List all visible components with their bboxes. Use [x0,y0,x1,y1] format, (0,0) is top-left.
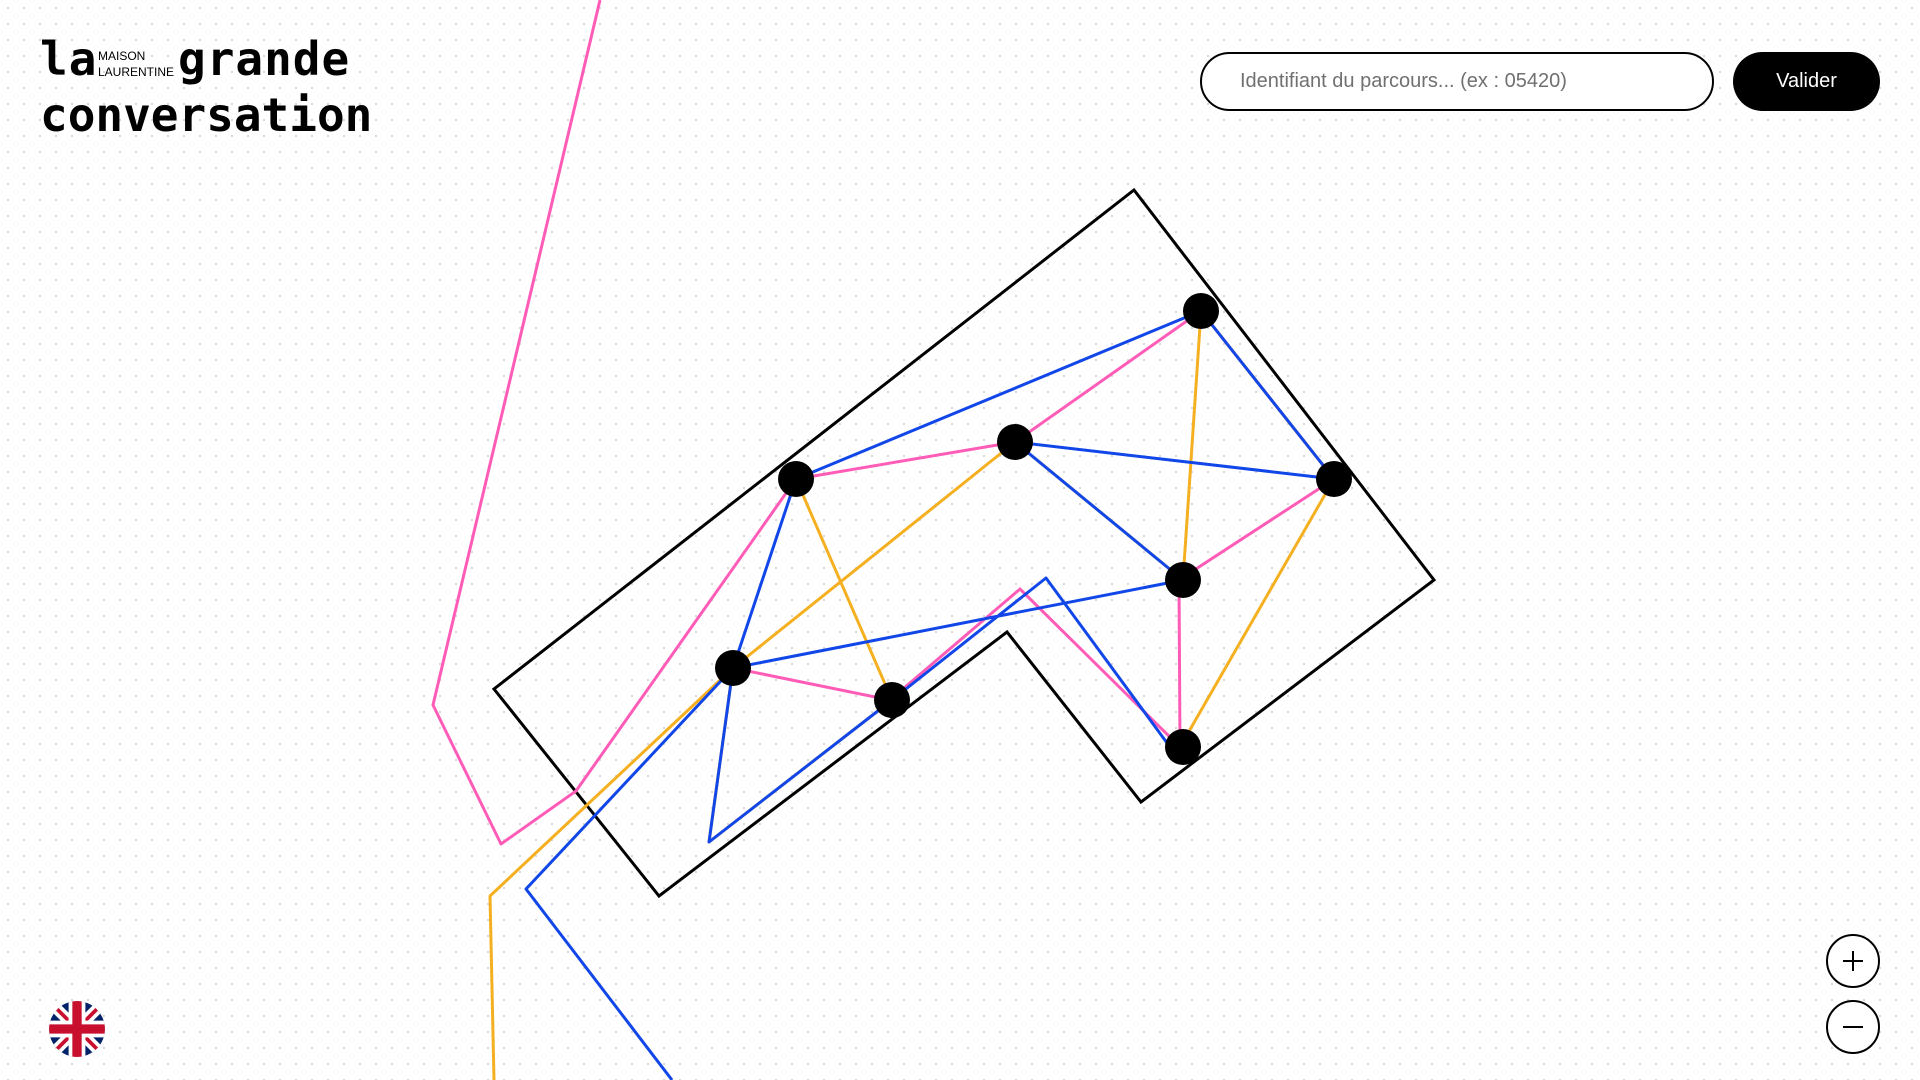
pink-path-line [431,0,1336,846]
site-logo[interactable]: la MAISON LAURENTINE grande conversation [40,36,380,140]
submit-button[interactable]: Valider [1733,52,1880,111]
yellow-path-line [488,309,1336,1080]
logo-word-conversation: conversation [40,88,373,142]
map-node[interactable] [874,682,910,718]
map-node[interactable] [997,424,1033,460]
plus-icon [1843,951,1863,971]
map-node[interactable] [715,650,751,686]
map-canvas[interactable]: la MAISON LAURENTINE grande conversation… [0,0,1920,1080]
zoom-in-button[interactable] [1826,934,1880,988]
logo-maison-laurentine: MAISON LAURENTINE [98,48,174,80]
map-drawing[interactable] [0,0,1920,1080]
map-node[interactable] [1316,461,1352,497]
logo-laurentine-line: LAURENTINE [98,65,175,79]
logo-maison-line: MAISON [98,49,146,63]
map-node[interactable] [1165,562,1201,598]
blue-path-line [524,309,1336,1080]
language-switch-button[interactable] [49,1001,105,1057]
logo-word-la: la [40,32,98,86]
minus-icon [1843,1026,1863,1028]
zoom-out-button[interactable] [1826,1000,1880,1054]
path-id-input[interactable] [1202,70,1712,93]
room-outline [491,187,1437,899]
search-field[interactable] [1200,52,1714,111]
map-node[interactable] [1183,293,1219,329]
logo-word-grande: grande [178,32,351,86]
map-node[interactable] [778,461,814,497]
uk-flag-icon [49,1001,105,1057]
map-node[interactable] [1165,729,1201,765]
